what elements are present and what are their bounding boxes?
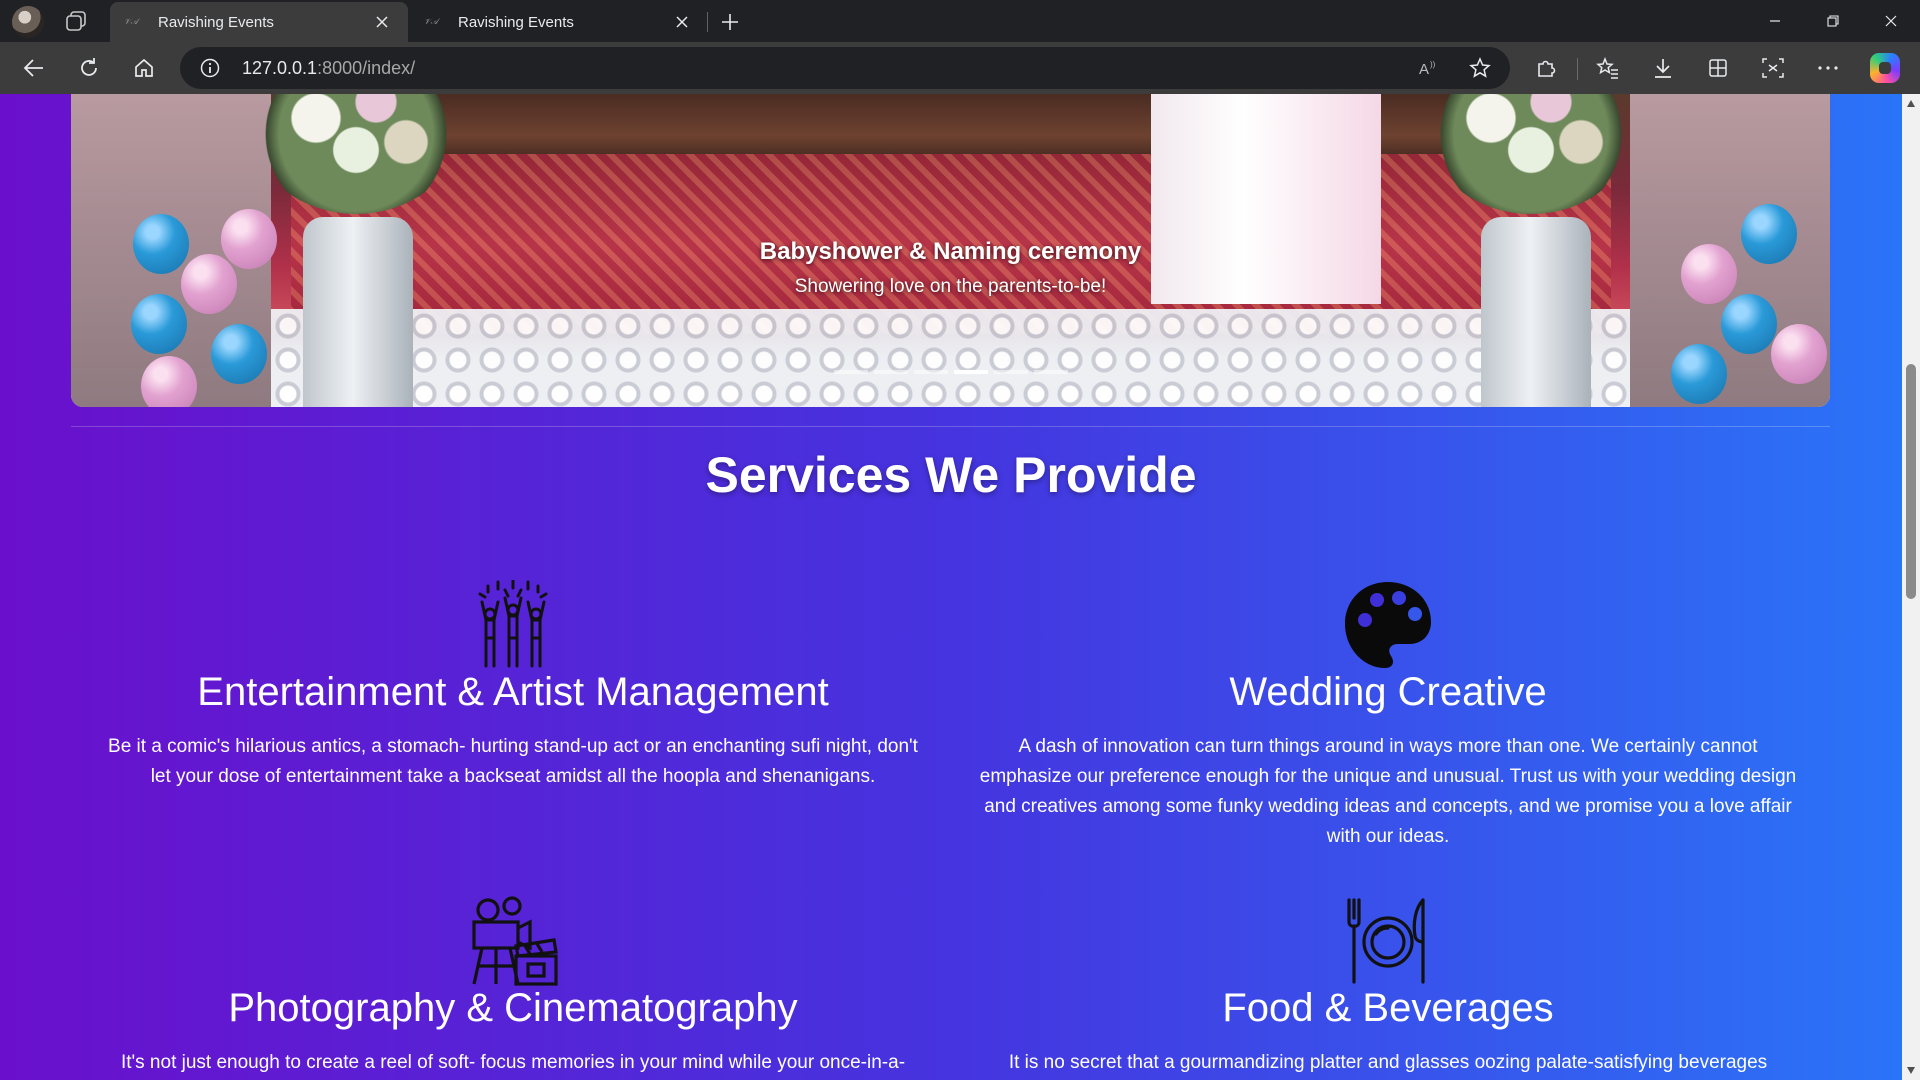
palette-icon: [1345, 582, 1431, 668]
tab-title: Ravishing Events: [458, 13, 574, 31]
service-title: Food & Beverages: [1222, 986, 1554, 1030]
svg-text:)): )): [1430, 60, 1436, 69]
balloon: [1671, 344, 1727, 404]
downloads-button[interactable]: [1645, 50, 1681, 86]
settings-more-button[interactable]: [1810, 50, 1846, 86]
tab-ravishing-events-2[interactable]: 𝒱𝒜 Ravishing Events: [410, 2, 708, 42]
favorites-icon: [1596, 57, 1618, 79]
carousel-caption-title: Babyshower & Naming ceremony: [759, 238, 1142, 265]
service-wedding-creative: Wedding Creative A dash of innovation ca…: [958, 580, 1818, 852]
film-camera-icon: [472, 896, 558, 986]
close-window-button[interactable]: [1862, 0, 1920, 42]
event-carousel[interactable]: Babyshower & Naming ceremony Showering l…: [71, 94, 1830, 407]
close-icon: [1885, 15, 1897, 27]
collections-icon: [1709, 59, 1727, 77]
balloon: [1721, 294, 1777, 354]
scrollbar-thumb[interactable]: [1906, 364, 1916, 599]
restore-icon: [1827, 15, 1839, 27]
plate-cutlery-icon: [1347, 898, 1425, 984]
workspaces-icon[interactable]: [64, 9, 90, 33]
scroll-down-arrow-icon[interactable]: [1907, 1067, 1915, 1074]
collections-button[interactable]: [1700, 50, 1736, 86]
service-photography: Photography & Cinematography It's not ju…: [83, 896, 943, 1078]
address-bar[interactable]: 127.0.0.1:8000/index/ A)): [180, 47, 1510, 89]
balloon: [211, 324, 267, 384]
extensions-button[interactable]: [1528, 50, 1564, 86]
carousel-indicator[interactable]: [913, 370, 948, 374]
read-aloud-icon[interactable]: A)): [1418, 56, 1442, 80]
home-icon: [135, 58, 153, 77]
scroll-up-arrow-icon[interactable]: [1907, 100, 1915, 107]
site-favicon-icon: 𝒱𝒜: [424, 17, 439, 26]
tab-ravishing-events-1[interactable]: 𝒱𝒜 Ravishing Events: [110, 2, 408, 42]
back-button[interactable]: [16, 50, 52, 86]
svg-text:A: A: [1419, 61, 1429, 78]
reload-icon: [81, 58, 97, 76]
carousel-caption-subtitle: Showering love on the parents-to-be!: [794, 276, 1107, 297]
favorites-button[interactable]: [1590, 50, 1626, 86]
service-description: It is no secret that a gourmandizing pla…: [1008, 1052, 1768, 1073]
carousel-indicator[interactable]: [873, 370, 908, 374]
copilot-icon[interactable]: [1870, 53, 1900, 83]
party-people-icon: [478, 580, 548, 668]
service-title: Wedding Creative: [1229, 670, 1547, 714]
carousel-indicators: [71, 370, 1830, 374]
page-viewport: Babyshower & Naming ceremony Showering l…: [0, 94, 1902, 1080]
screenshot-button[interactable]: [1755, 50, 1791, 86]
carousel-image-drape: [1151, 94, 1381, 304]
close-tab-icon[interactable]: [670, 10, 694, 34]
reload-button[interactable]: [71, 50, 107, 86]
home-button[interactable]: [126, 50, 162, 86]
browser-toolbar: 127.0.0.1:8000/index/ A)): [0, 42, 1920, 94]
service-description: Be it a comic's hilarious antics, a stom…: [108, 736, 918, 787]
more-dots-icon: [1818, 66, 1838, 70]
puzzle-icon: [1538, 60, 1556, 77]
balloon: [131, 294, 187, 354]
page-scrollbar[interactable]: [1902, 94, 1920, 1080]
service-food-beverages: Food & Beverages It is no secret that a …: [958, 896, 1818, 1078]
section-divider: [71, 426, 1830, 427]
plus-icon: [722, 14, 738, 30]
toolbar-divider: [1577, 58, 1578, 80]
service-description: It's not just enough to create a reel of…: [120, 1052, 906, 1073]
tab-title: Ravishing Events: [158, 13, 274, 31]
minimize-button[interactable]: [1746, 0, 1804, 42]
url-text[interactable]: 127.0.0.1:8000/index/: [242, 58, 415, 79]
service-title: Photography & Cinematography: [228, 986, 798, 1030]
favorite-star-icon[interactable]: [1468, 56, 1492, 80]
services-heading: Services We Provide: [705, 447, 1197, 503]
tab-strip: 𝒱𝒜 Ravishing Events 𝒱𝒜 Ravishing Events: [0, 0, 1920, 42]
site-info-icon[interactable]: [200, 58, 220, 78]
close-tab-icon[interactable]: [370, 10, 394, 34]
restore-button[interactable]: [1804, 0, 1862, 42]
tab-separator: [707, 12, 708, 32]
service-entertainment: Entertainment & Artist Management Be it …: [83, 580, 943, 792]
screenshot-icon: [1762, 58, 1784, 78]
back-arrow-icon: [23, 59, 43, 77]
minimize-icon: [1770, 20, 1780, 22]
carousel-indicator[interactable]: [953, 370, 988, 374]
service-title: Entertainment & Artist Management: [197, 670, 829, 714]
service-description: A dash of innovation can turn things aro…: [979, 736, 1797, 847]
balloon: [1771, 324, 1827, 384]
balloon: [141, 356, 197, 407]
site-favicon-icon: 𝒱𝒜: [124, 17, 139, 26]
carousel-indicator[interactable]: [1033, 370, 1068, 374]
carousel-indicator[interactable]: [993, 370, 1028, 374]
carousel-image-lattice: [271, 309, 1631, 407]
download-icon: [1655, 59, 1671, 78]
profile-avatar[interactable]: [12, 6, 44, 38]
new-tab-button[interactable]: [716, 8, 744, 36]
carousel-indicator[interactable]: [833, 370, 868, 374]
